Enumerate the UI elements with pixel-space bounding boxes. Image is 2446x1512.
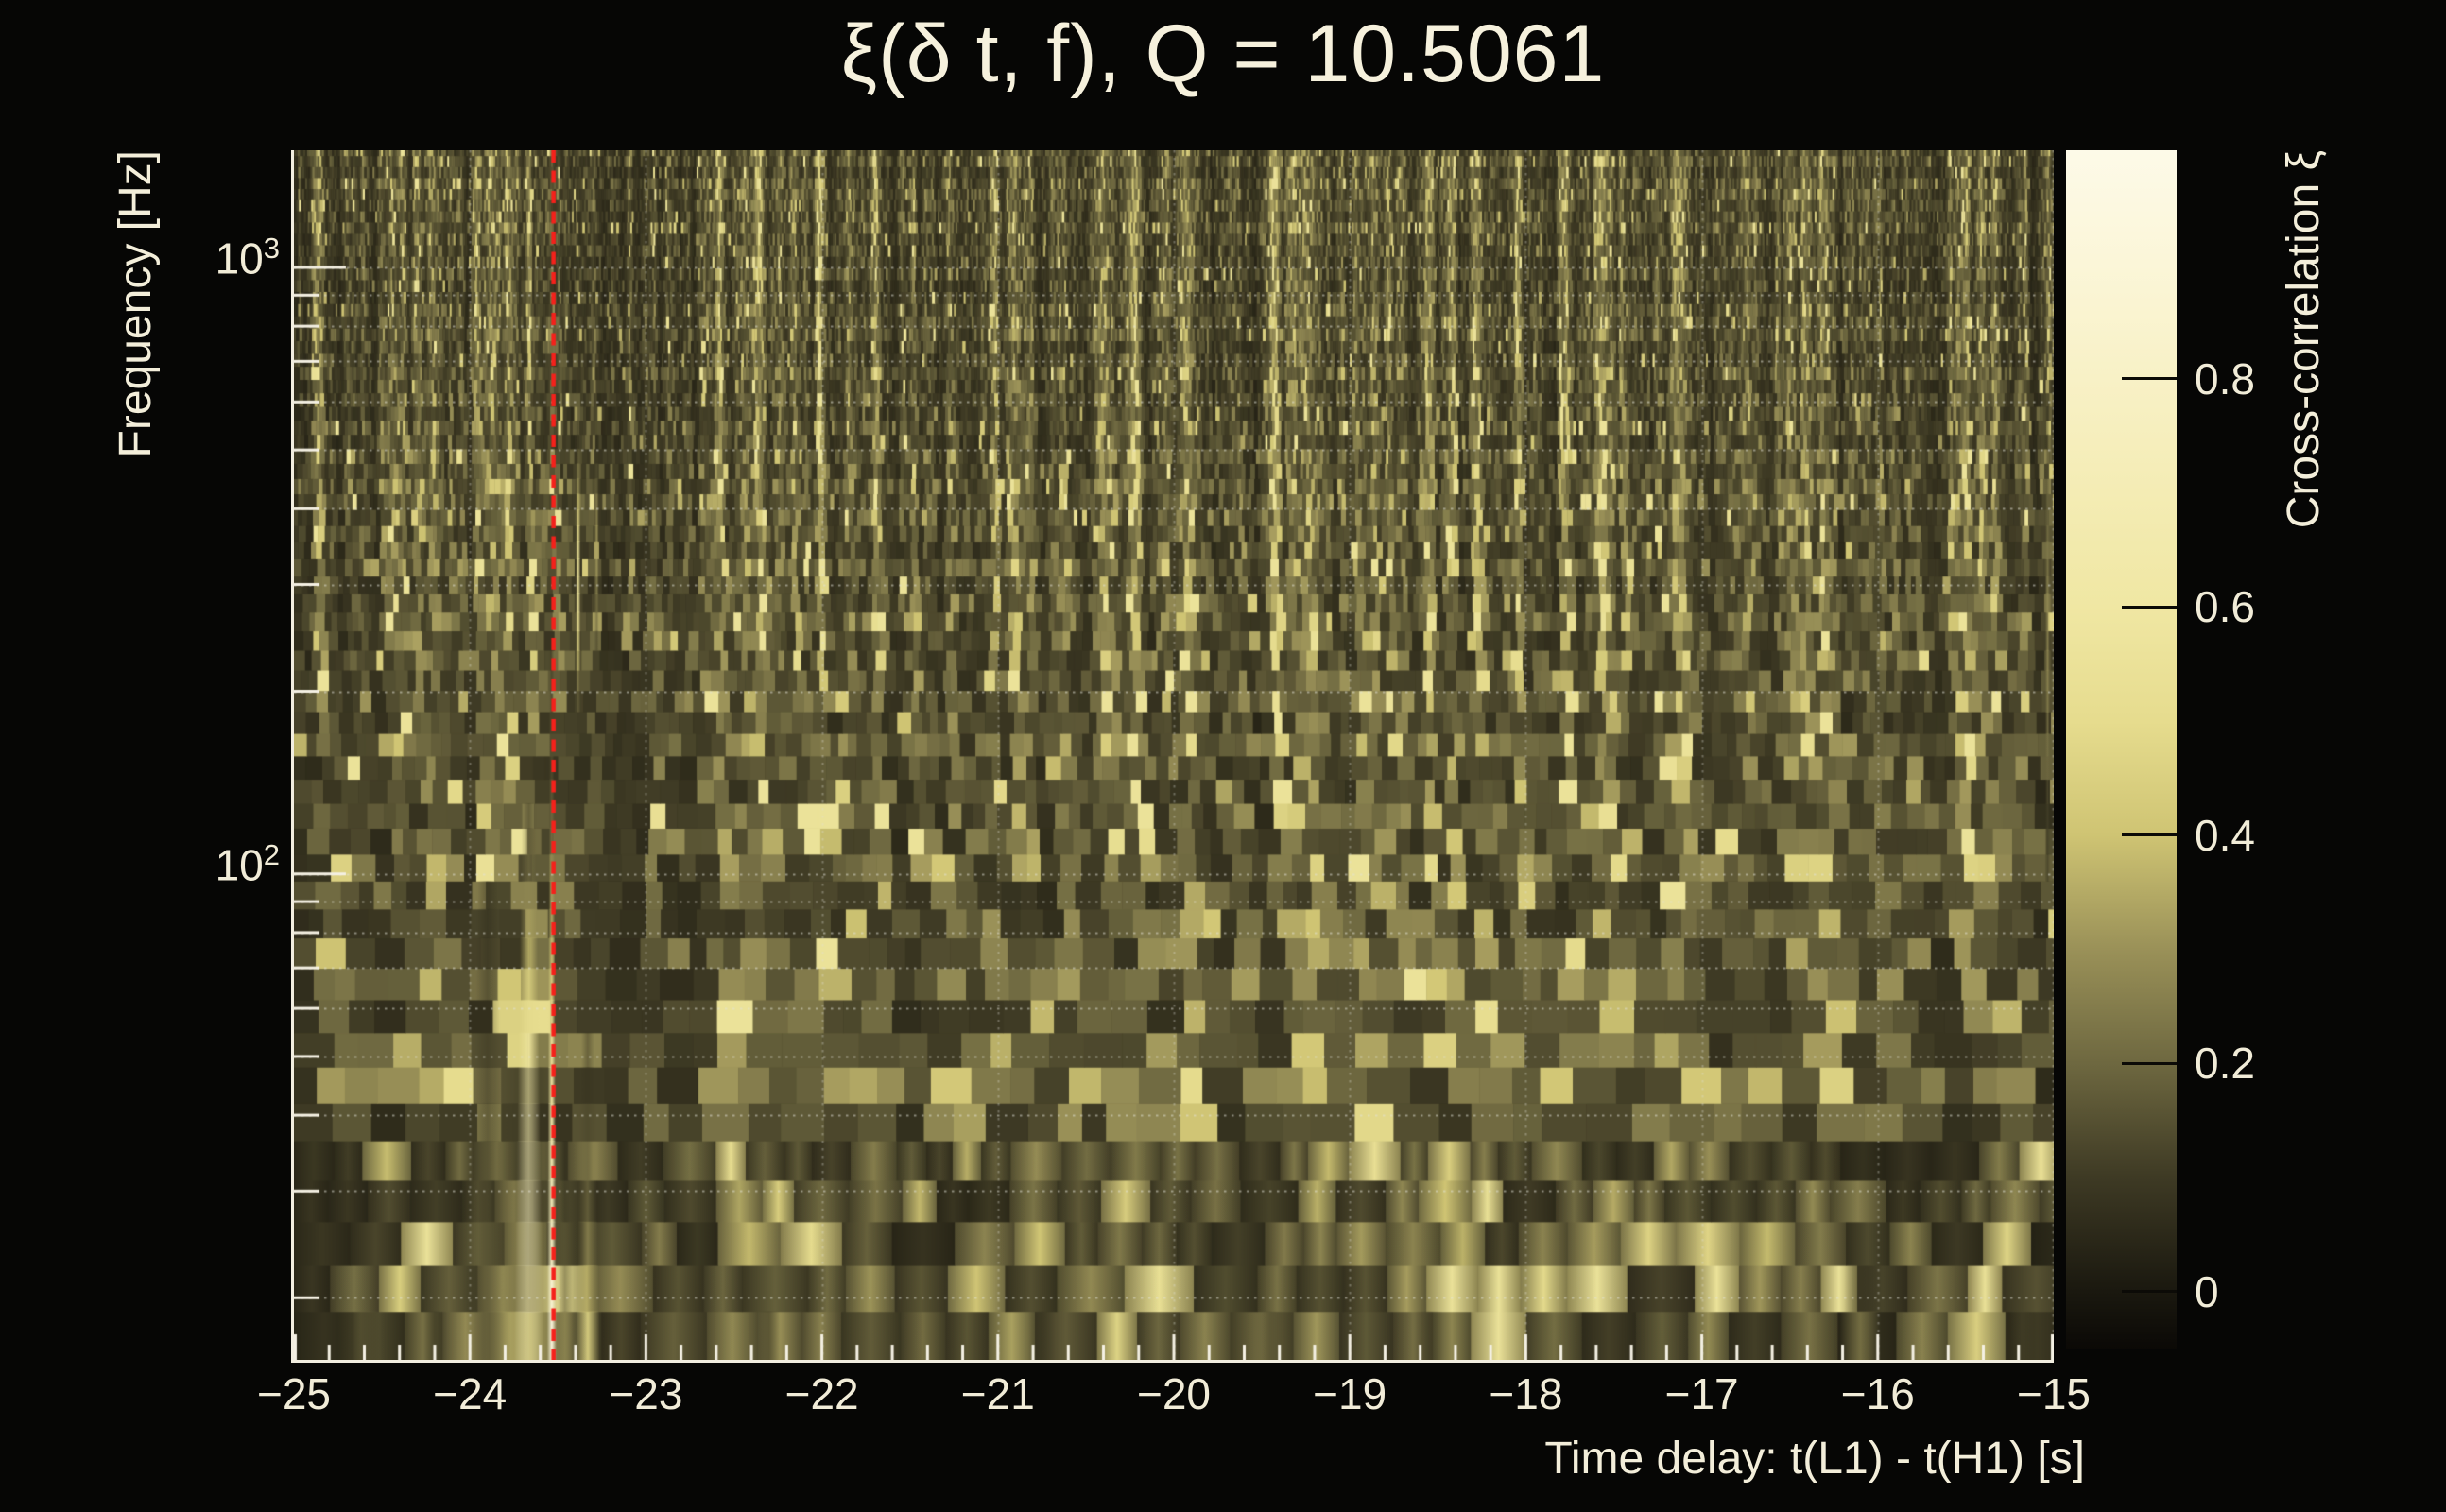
canvas-background: { "title": "ξ(δ t, f), Q = 10.5061", "y_… xyxy=(0,0,2446,1512)
colorbar-tick-0.8 xyxy=(2122,377,2177,381)
colorbar-gradient xyxy=(2066,150,2177,1349)
x-tick-label--17: −17 xyxy=(1664,1369,1739,1418)
x-tick-label--24: −24 xyxy=(433,1369,508,1418)
x-tick-label--15: −15 xyxy=(2016,1369,2092,1418)
colorbar-tick-label-0.8: 0.8 xyxy=(2195,353,2255,404)
x-tick-label--18: −18 xyxy=(1489,1369,1563,1418)
x-axis-title: Time delay: t(L1) - t(H1) [s] xyxy=(1544,1434,2085,1484)
x-tick-label--25: −25 xyxy=(256,1369,332,1418)
chart-title: ξ(δ t, f), Q = 10.5061 xyxy=(840,9,1606,99)
x-tick-label--19: −19 xyxy=(1313,1369,1387,1418)
x-tick-label--21: −21 xyxy=(960,1369,1035,1418)
colorbar-tick-0.4 xyxy=(2122,833,2177,837)
x-tick-label--23: −23 xyxy=(609,1369,683,1418)
heatmap-canvas xyxy=(294,150,2054,1360)
colorbar-tick-0.6 xyxy=(2122,605,2177,609)
colorbar-tick-0 xyxy=(2122,1290,2177,1294)
colorbar-tick-label-0.2: 0.2 xyxy=(2195,1039,2255,1089)
x-tick-label--22: −22 xyxy=(784,1369,859,1418)
colorbar-tick-label-0.4: 0.4 xyxy=(2195,810,2255,860)
x-tick-label--20: −20 xyxy=(1136,1369,1212,1418)
colorbar-tick-0.2 xyxy=(2122,1061,2177,1065)
x-tick-label--16: −16 xyxy=(1840,1369,1915,1418)
plot-area xyxy=(291,150,2054,1363)
y-tick-label-1e2: 102 xyxy=(215,837,280,890)
colorbar-tick-label-0.6: 0.6 xyxy=(2195,582,2255,632)
colorbar-title: Cross-correlation ξ xyxy=(2279,150,2329,529)
colorbar-tick-label-0: 0 xyxy=(2195,1266,2219,1316)
y-axis-title: Frequency [Hz] xyxy=(111,150,161,458)
y-tick-label-1e3: 103 xyxy=(215,231,280,284)
